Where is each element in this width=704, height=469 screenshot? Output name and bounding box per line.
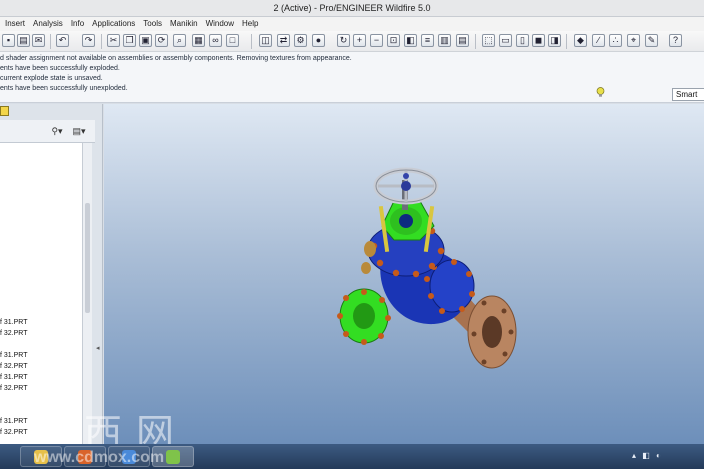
message-line: d shader assignment not available on ass… <box>0 55 352 62</box>
menu-bar: Insert Analysis Info Applications Tools … <box>0 17 704 31</box>
menu-tools[interactable]: Tools <box>143 17 162 31</box>
toolbar-separator <box>475 34 476 49</box>
valve-assembly-model[interactable] <box>324 166 534 381</box>
folder-tab-icon[interactable] <box>0 106 9 116</box>
layers-icon[interactable]: ≡ <box>421 34 434 47</box>
find-icon[interactable]: ⌕ <box>173 34 186 47</box>
model-tree-header: ⚲▾ ▤▾ <box>0 120 95 143</box>
cut-icon[interactable]: ✂ <box>107 34 120 47</box>
datum-plane-icon[interactable]: ◆ <box>574 34 587 47</box>
no-hidden-icon[interactable]: ▯ <box>516 34 529 47</box>
message-line: ents have been successfully exploded. <box>0 65 120 72</box>
selection-filter-dropdown[interactable]: Smart <box>672 88 704 101</box>
regenerate-icon[interactable]: ⟳ <box>155 34 168 47</box>
proe-icon <box>166 450 180 464</box>
copy-icon[interactable]: ❐ <box>123 34 136 47</box>
watermark-url: www.cdmox.com <box>34 449 165 466</box>
display-style-icon[interactable]: ▤ <box>456 34 469 47</box>
model-tree: f 31.PRT f 32.PRT f 31.PRT f 32.PRT f 31… <box>0 143 83 444</box>
fit-icon[interactable]: ⊡ <box>387 34 400 47</box>
toolbar-separator <box>50 34 51 49</box>
tree-item[interactable]: f 31.PRT <box>0 374 28 381</box>
print-icon[interactable]: ▤ <box>17 34 30 47</box>
zoom-out-icon[interactable]: − <box>370 34 383 47</box>
shading-reflections-icon[interactable]: ◨ <box>548 34 561 47</box>
zoom-in-icon[interactable]: + <box>353 34 366 47</box>
named-view-icon[interactable]: ◧ <box>404 34 417 47</box>
annotation-icon[interactable]: ✎ <box>645 34 658 47</box>
menu-applications[interactable]: Applications <box>92 17 135 31</box>
help-icon[interactable]: ? <box>669 34 682 47</box>
tree-item[interactable]: f 32.PRT <box>0 363 28 370</box>
spin-icon[interactable]: ↻ <box>337 34 350 47</box>
system-tray[interactable]: ▴ ◧ ◐ <box>632 451 663 460</box>
menu-insert[interactable]: Insert <box>5 17 25 31</box>
menu-manikin[interactable]: Manikin <box>170 17 198 31</box>
select-region-icon[interactable]: □ <box>226 34 239 47</box>
view-manager-icon[interactable]: ▥ <box>438 34 451 47</box>
tree-item[interactable]: f 32.PRT <box>0 429 28 436</box>
select-box-icon[interactable]: ▦ <box>192 34 205 47</box>
menu-help[interactable]: Help <box>242 17 258 31</box>
repaint-icon[interactable]: ◫ <box>259 34 272 47</box>
toolbar-separator <box>251 34 252 49</box>
undo-icon[interactable]: ↶ <box>56 34 69 47</box>
tree-item[interactable]: f 31.PRT <box>0 418 28 425</box>
datum-axis-icon[interactable]: ∕ <box>592 34 605 47</box>
main-toolbar: ▪ ▤ ✉ ↶ ↷ ✂ ❐ ▣ ⟳ ⌕ ▦ ∞ □ ◫ ⇄ ⚙ ● ↻ + − … <box>0 31 704 52</box>
appearance-icon[interactable]: ● <box>312 34 325 47</box>
tree-scrollbar[interactable] <box>83 143 92 444</box>
toolbar-separator <box>101 34 102 49</box>
tree-item[interactable]: f 32.PRT <box>0 385 28 392</box>
orient-icon[interactable]: ⚙ <box>294 34 307 47</box>
menu-window[interactable]: Window <box>206 17 234 31</box>
redo-icon[interactable]: ↷ <box>82 34 95 47</box>
panel-collapse-icon[interactable]: ◂ <box>96 344 100 352</box>
window-title: 2 (Active) - Pro/ENGINEER Wildfire 5.0 <box>0 0 704 17</box>
message-line: current explode state is unsaved. <box>0 75 103 82</box>
csys-icon[interactable]: ⌖ <box>627 34 640 47</box>
refit-icon[interactable]: ⇄ <box>277 34 290 47</box>
scrollbar-thumb[interactable] <box>85 203 90 313</box>
tree-item[interactable]: f 32.PRT <box>0 330 28 337</box>
tree-item[interactable]: f 31.PRT <box>0 352 28 359</box>
lightbulb-icon[interactable] <box>596 87 605 98</box>
datum-point-icon[interactable]: ∴ <box>609 34 622 47</box>
shading-icon[interactable]: ◼ <box>532 34 545 47</box>
menu-info[interactable]: Info <box>71 17 84 31</box>
toolbar-separator <box>566 34 567 49</box>
save-icon[interactable]: ▪ <box>2 34 15 47</box>
message-line: ents have been successfully unexploded. <box>0 85 128 92</box>
tree-columns-icon[interactable]: ▤▾ <box>72 125 86 137</box>
graphics-viewport[interactable] <box>104 104 704 444</box>
email-icon[interactable]: ✉ <box>32 34 45 47</box>
binoculars-icon[interactable]: ∞ <box>209 34 222 47</box>
hidden-line-icon[interactable]: ▭ <box>499 34 512 47</box>
tree-settings-icon[interactable]: ⚲▾ <box>50 125 64 137</box>
wireframe-icon[interactable]: ⬚ <box>482 34 495 47</box>
paste-icon[interactable]: ▣ <box>139 34 152 47</box>
menu-analysis[interactable]: Analysis <box>33 17 63 31</box>
model-tree-panel: ⚲▾ ▤▾ f 31.PRT f 32.PRT f 31.PRT f 32.PR… <box>0 104 103 444</box>
tree-item[interactable]: f 31.PRT <box>0 319 28 326</box>
